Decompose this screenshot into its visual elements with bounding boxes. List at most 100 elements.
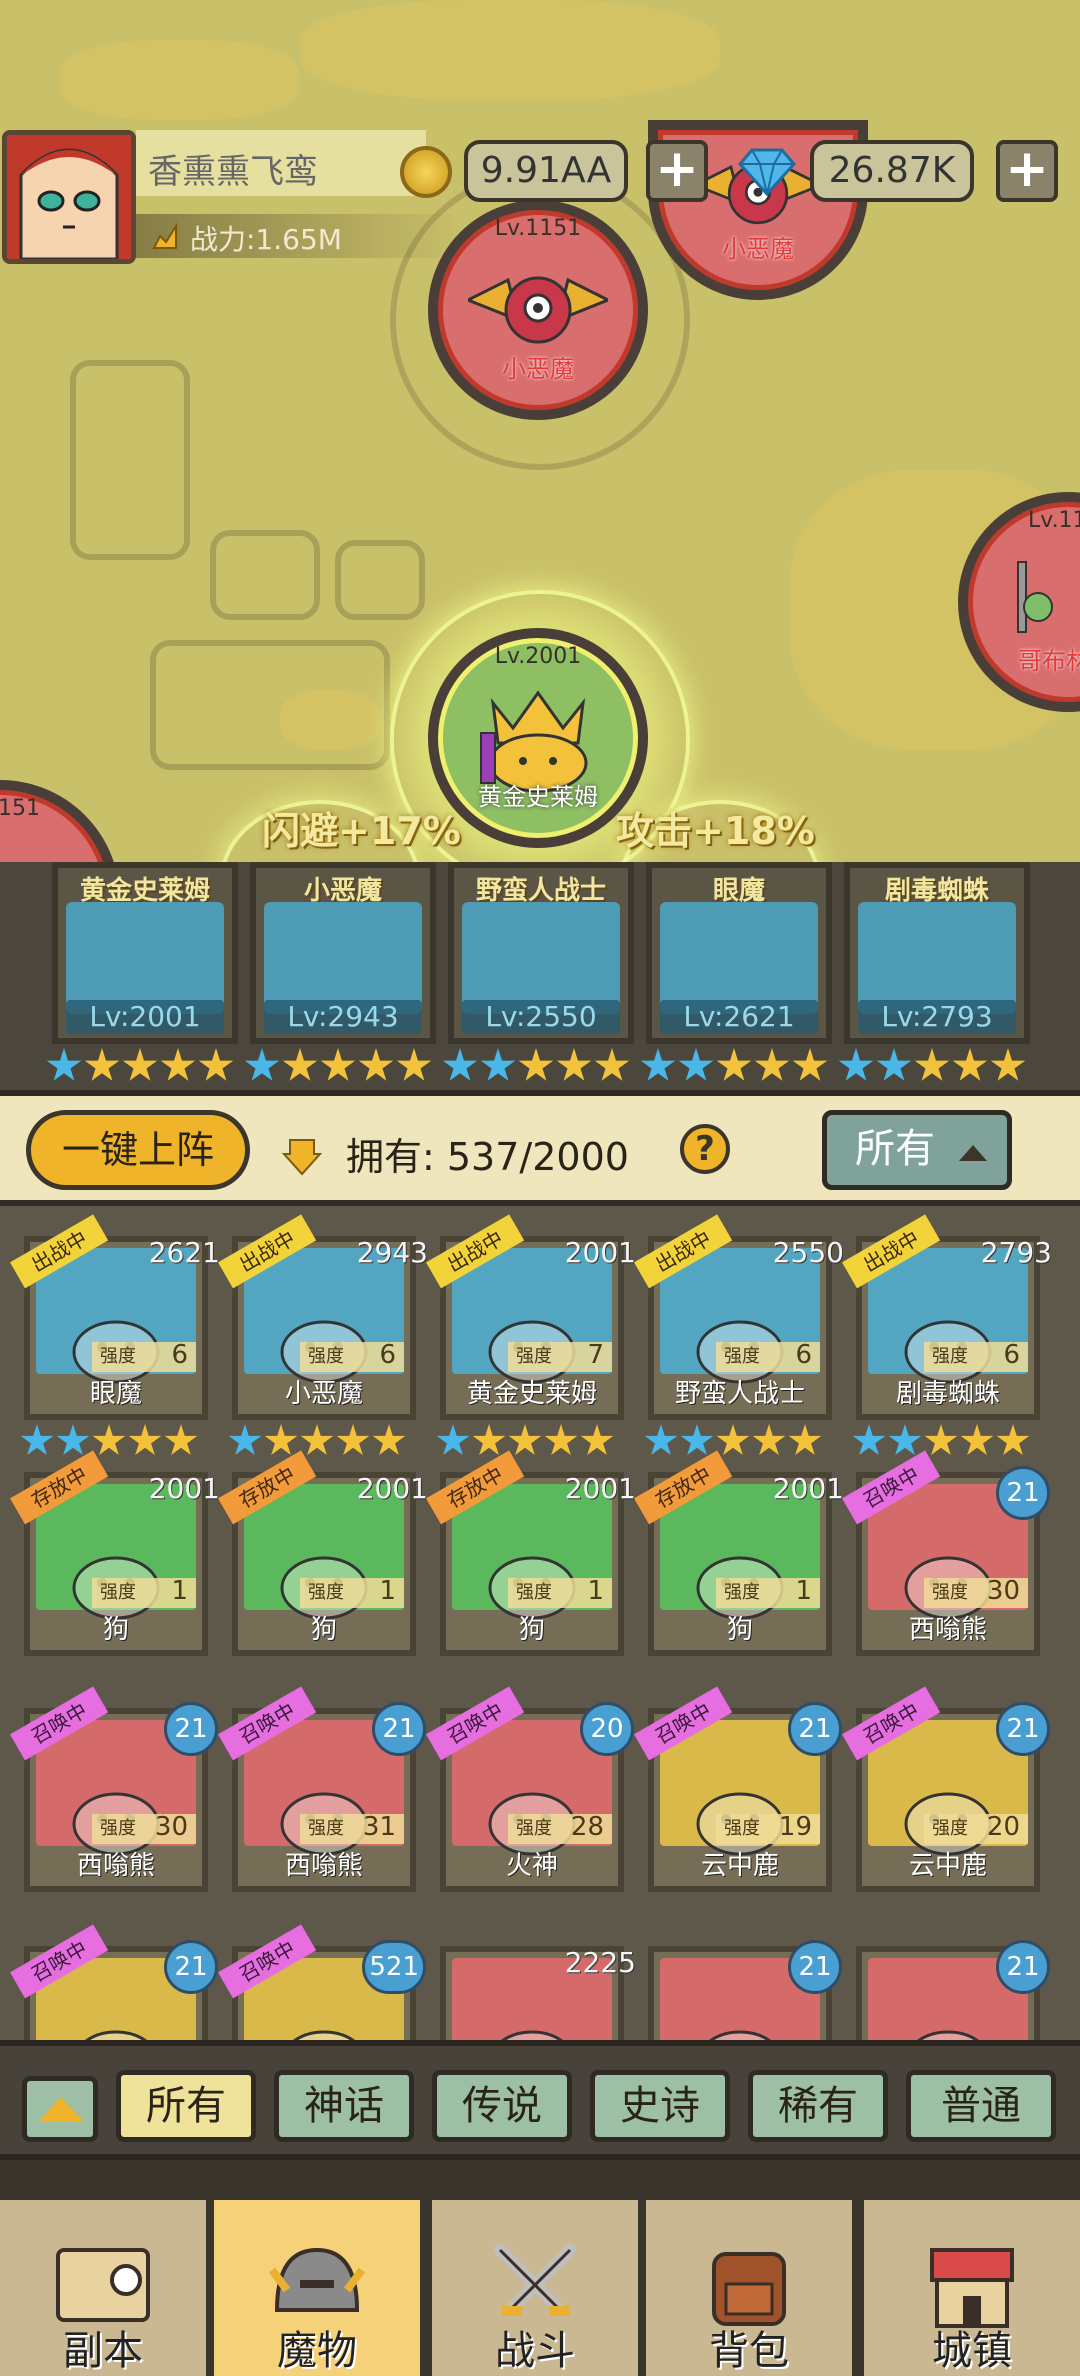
- monster-card[interactable]: 召唤中 20 强度 28 火神: [426, 1686, 634, 1892]
- strength-box: 强度 1: [300, 1576, 404, 1608]
- monster-card[interactable]: 2225: [440, 1946, 636, 2040]
- star-icon: [122, 1048, 158, 1081]
- monster-card[interactable]: 出战中 2793 强度 6 剧毒蜘蛛: [842, 1214, 1052, 1420]
- monster-card[interactable]: 召唤中 21: [10, 1924, 218, 2040]
- monster-card[interactable]: 出战中 2550 强度 6 野蛮人战士: [634, 1214, 844, 1420]
- monster-name: 火神: [505, 1851, 558, 1881]
- star-icon: [282, 1048, 318, 1081]
- monster-name: 西嗡熊: [76, 1851, 155, 1881]
- monster-card[interactable]: 召唤中 521: [218, 1924, 426, 2040]
- strength-label: 强度: [516, 1582, 552, 1603]
- nav-label: 副本: [63, 2328, 143, 2374]
- monster-card[interactable]: 存放中 2001 强度 1 狗: [426, 1450, 636, 1656]
- town-house-icon: [930, 2248, 1014, 2328]
- strength-value: 1: [795, 1576, 812, 1606]
- level-badge: 21: [996, 1466, 1050, 1520]
- rock-decoration-2: [335, 540, 425, 620]
- star-icon: [198, 1048, 234, 1081]
- team-slot[interactable]: 黄金史莱姆 Lv:2001: [52, 862, 238, 1044]
- monster-card[interactable]: 召唤中 21 强度 20 云中鹿: [842, 1686, 1050, 1892]
- monster-name: 云中鹿: [700, 1851, 779, 1881]
- star-icon: [320, 1048, 356, 1081]
- strength-box: 强度 1: [92, 1576, 196, 1608]
- monster-card[interactable]: 出战中 2943 强度 6 小恶魔: [218, 1214, 428, 1420]
- monster-card[interactable]: 21: [648, 1940, 842, 2040]
- monster-card[interactable]: 出战中 2621 强度 6 眼魔: [10, 1214, 220, 1420]
- team-slot[interactable]: 眼魔 Lv:2621: [646, 862, 832, 1044]
- help-icon[interactable]: ?: [680, 1124, 730, 1174]
- strength-label: 强度: [100, 1582, 136, 1603]
- strength-box: 强度 7: [508, 1340, 612, 1372]
- star-icon: [336, 1424, 370, 1455]
- star-icon: [716, 1424, 750, 1455]
- level-badge: 21: [788, 1940, 842, 1994]
- star-icon: [396, 1048, 432, 1081]
- star-icon: [644, 1424, 678, 1455]
- node-name: 黄金史莱姆: [478, 783, 598, 811]
- monster-name: 云中鹿: [908, 1851, 987, 1881]
- monster-card[interactable]: 召唤中 21 强度 19 云中鹿: [634, 1686, 842, 1892]
- monster-name: 西嗡熊: [908, 1615, 987, 1645]
- add-gold-button[interactable]: +: [646, 140, 708, 202]
- strength-box: 强度 6: [300, 1340, 404, 1372]
- star-icon: [20, 1424, 54, 1455]
- power-icon: [152, 222, 177, 249]
- team-star-rating: [838, 1048, 1026, 1084]
- strength-value: 19: [778, 1812, 812, 1842]
- monster-card[interactable]: 存放中 2001 强度 1 狗: [10, 1450, 220, 1656]
- team-slot[interactable]: 野蛮人战士 Lv:2550: [448, 862, 634, 1044]
- strength-label: 强度: [308, 1582, 344, 1603]
- nav-tab-town[interactable]: 城镇: [864, 2200, 1080, 2376]
- monster-card[interactable]: 存放中 2001 强度 1 狗: [634, 1450, 844, 1656]
- player-avatar[interactable]: [2, 130, 136, 264]
- strength-label: 强度: [932, 1346, 968, 1367]
- monster-card[interactable]: 召唤中 21 强度 31 西嗡熊: [218, 1686, 426, 1892]
- nav-tab-dungeon[interactable]: 副本: [0, 2200, 210, 2376]
- collapse-button[interactable]: [22, 2076, 98, 2142]
- nav-tab-bag[interactable]: 背包: [646, 2200, 856, 2376]
- monster-card[interactable]: 召唤中 21 强度 30 西嗡熊: [842, 1450, 1050, 1656]
- gold-amount: 9.91AA: [464, 140, 628, 202]
- map-node-golden-slime[interactable]: Lv.2001 黄金史莱姆: [428, 628, 648, 848]
- team-slot[interactable]: 剧毒蜘蛛 Lv:2793: [844, 862, 1030, 1044]
- triangle-up-icon: [959, 1145, 987, 1161]
- monster-card[interactable]: 存放中 2001 强度 1 狗: [218, 1450, 428, 1656]
- monster-card[interactable]: 出战中 2001 强度 7 黄金史莱姆: [426, 1214, 636, 1420]
- level-text: 2001: [148, 1472, 220, 1505]
- strength-box: 强度 28: [508, 1812, 612, 1844]
- monster-name: 黄金史莱姆: [466, 1379, 597, 1409]
- team-monster-portrait: [264, 902, 422, 1014]
- monster-card[interactable]: 21: [856, 1940, 1050, 2040]
- star-icon: [754, 1048, 790, 1081]
- strength-value: 31: [362, 1812, 396, 1842]
- rarity-filter-common[interactable]: 普通: [906, 2070, 1056, 2142]
- rarity-filter-legendary[interactable]: 传说: [432, 2070, 572, 2142]
- team-lineup: 黄金史莱姆 Lv:2001 小恶魔 Lv:2943 野蛮人战士 Lv:2550 眼魔 Lv:2…: [0, 862, 1080, 1090]
- power-value: 战力:1.65M: [190, 223, 342, 256]
- rarity-filter-mythic[interactable]: 神话: [274, 2070, 414, 2142]
- avatar-portrait-icon: [7, 135, 131, 259]
- node-level: 1151: [0, 796, 40, 821]
- strength-value: 6: [795, 1340, 812, 1370]
- monster-card[interactable]: 召唤中 21 强度 30 西嗡熊: [10, 1686, 218, 1892]
- nav-tab-monsters[interactable]: 魔物: [214, 2200, 424, 2376]
- monster-grid[interactable]: 出战中 2621 强度 6 眼魔 出战中 2943 强度 6 小恶魔 出战中 2001 强度 7 黄金史莱姆…: [0, 1200, 1080, 2040]
- star-icon: [472, 1424, 506, 1455]
- sand-decoration: [300, 0, 720, 100]
- strength-value: 1: [587, 1576, 604, 1606]
- level-badge: 21: [996, 1702, 1050, 1756]
- star-icon: [46, 1048, 82, 1081]
- bottom-navigation: 副本 魔物 战斗 背包 城镇: [0, 2160, 1080, 2376]
- team-slot[interactable]: 小恶魔 Lv:2943: [250, 862, 436, 1044]
- rarity-filter-all[interactable]: 所有: [116, 2070, 256, 2142]
- star-icon: [92, 1424, 126, 1455]
- add-gem-button[interactable]: +: [996, 140, 1058, 202]
- rarity-filter-epic[interactable]: 史诗: [590, 2070, 730, 2142]
- star-icon: [852, 1424, 886, 1455]
- rarity-filter-rare[interactable]: 稀有: [748, 2070, 888, 2142]
- star-icon: [358, 1048, 394, 1081]
- level-text: 2550: [772, 1236, 844, 1269]
- nav-tab-battle[interactable]: 战斗: [432, 2200, 642, 2376]
- auto-deploy-button[interactable]: 一键上阵: [26, 1110, 250, 1190]
- owner-filter-dropdown[interactable]: 所有: [822, 1110, 1012, 1190]
